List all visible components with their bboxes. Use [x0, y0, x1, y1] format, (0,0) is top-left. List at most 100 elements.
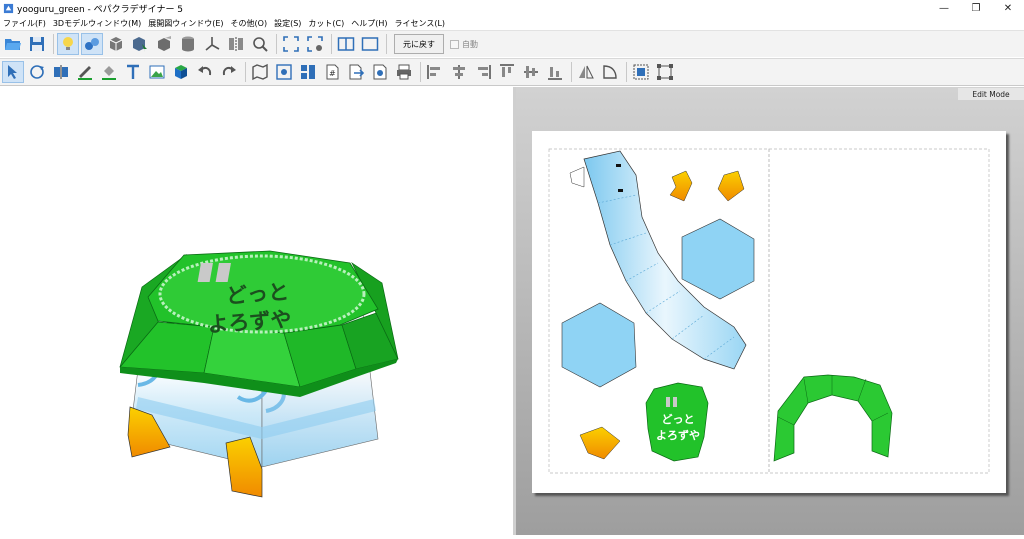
edge-tool-button[interactable] — [153, 33, 175, 55]
axis-icon — [205, 37, 220, 51]
floppy-disk-icon — [30, 37, 44, 51]
menu-file[interactable]: ファイル(F) — [0, 18, 50, 29]
select-arrow-icon — [8, 65, 17, 79]
join-edge-icon — [54, 65, 68, 79]
split-parts-button[interactable] — [225, 33, 247, 55]
undo-arrow-icon — [198, 66, 212, 76]
rotate-icon — [30, 65, 44, 79]
single-pane-button[interactable] — [359, 33, 381, 55]
maximize-button[interactable]: ❐ — [960, 0, 992, 16]
view-select-button[interactable] — [129, 33, 151, 55]
text-tool-button[interactable] — [122, 61, 144, 83]
close-button[interactable]: ✕ — [992, 0, 1024, 16]
toolbar-separator — [571, 62, 572, 82]
unfold-2d-view[interactable]: Edit Mode どっと よろずや — [516, 87, 1024, 535]
menu-license[interactable]: ライセンス(L) — [392, 18, 450, 29]
toolbar-separator — [420, 62, 421, 82]
toolbar-separator — [245, 62, 246, 82]
align-middle-icon — [524, 66, 538, 78]
toolbar-separator — [386, 34, 387, 54]
hexagon-part[interactable] — [561, 302, 637, 388]
menu-3d-model-window[interactable]: 3Dモデルウィンドウ(M) — [50, 18, 145, 29]
hexagon-part[interactable] — [681, 218, 755, 300]
selection-box-icon — [633, 64, 649, 80]
fit-view-button[interactable] — [280, 33, 302, 55]
export-button[interactable] — [345, 61, 367, 83]
cylinder-icon — [182, 36, 194, 52]
align-right-button[interactable] — [472, 61, 494, 83]
redo-arrow-icon — [222, 66, 236, 76]
auto-checkbox-box[interactable] — [450, 39, 459, 49]
rotate-view-button[interactable] — [249, 33, 271, 55]
align-bottom-button[interactable] — [544, 61, 566, 83]
model-3d-view[interactable]: どっと よろずや — [0, 87, 513, 535]
texture-toggle-button[interactable] — [81, 33, 103, 55]
cylinder-tool-button[interactable] — [177, 33, 199, 55]
align-left-button[interactable] — [424, 61, 446, 83]
target-frame-icon — [276, 64, 292, 80]
menu-unfold-window[interactable]: 展開図ウィンドウ(E) — [145, 18, 227, 29]
align-middle-button[interactable] — [520, 61, 542, 83]
open-file-button[interactable] — [2, 33, 24, 55]
fit-corners-icon — [283, 36, 299, 52]
arc-edit-button[interactable] — [599, 61, 621, 83]
flip-button[interactable] — [575, 61, 597, 83]
save-button[interactable] — [26, 33, 48, 55]
print-button[interactable] — [393, 61, 415, 83]
pen-line-icon — [78, 66, 92, 80]
light-bulb-icon — [63, 37, 73, 50]
page-arrow-icon — [349, 64, 365, 80]
printer-icon — [397, 64, 411, 80]
align-center-button[interactable] — [448, 61, 470, 83]
revert-button[interactable]: 元に戻す — [394, 34, 444, 54]
node-edit-button[interactable] — [654, 61, 676, 83]
folder-open-icon — [5, 39, 21, 50]
leg-part[interactable] — [669, 170, 693, 202]
menu-settings[interactable]: 設定(S) — [271, 18, 305, 29]
menu-help[interactable]: ヘルプ(H) — [348, 18, 391, 29]
menu-other[interactable]: その他(O) — [228, 18, 272, 29]
align-left-icon — [427, 65, 440, 79]
main-toolbar: 元に戻す 自動 — [0, 30, 1024, 57]
paint-bucket-icon — [102, 66, 116, 80]
svg-text:#: # — [329, 69, 336, 78]
image-tool-button[interactable] — [146, 61, 168, 83]
title-bar: yooguru_green - ペパクラデザイナー 5 — ❐ ✕ — [0, 0, 1024, 16]
fit-settings-button[interactable] — [304, 33, 326, 55]
roof-skirt-part[interactable] — [773, 374, 893, 462]
fill-button[interactable] — [98, 61, 120, 83]
number-button[interactable]: # — [321, 61, 343, 83]
select-tool-button[interactable] — [2, 61, 24, 83]
foot-part[interactable] — [579, 426, 621, 460]
group-select-button[interactable] — [630, 61, 652, 83]
papercraft-model-3d: どっと よろずや — [119, 250, 399, 498]
leg-part[interactable] — [717, 170, 745, 202]
3d-part-button[interactable] — [170, 61, 192, 83]
hash-page-icon: # — [326, 64, 339, 80]
minimize-button[interactable]: — — [928, 0, 960, 16]
window-title: yooguru_green - ペパクラデザイナー 5 — [17, 4, 184, 15]
arrange-parts-button[interactable] — [297, 61, 319, 83]
view-front-button[interactable] — [105, 33, 127, 55]
page-fit-button[interactable] — [273, 61, 295, 83]
rotate-part-button[interactable] — [26, 61, 48, 83]
draw-line-button[interactable] — [74, 61, 96, 83]
redo-button[interactable] — [218, 61, 240, 83]
align-top-button[interactable] — [496, 61, 518, 83]
axis-button[interactable] — [201, 33, 223, 55]
edit-mode-label: Edit Mode — [958, 88, 1024, 100]
join-edge-button[interactable] — [50, 61, 72, 83]
texture-spheres-icon — [85, 38, 99, 50]
print-preview-button[interactable] — [369, 61, 391, 83]
paper-sheet: どっと よろずや — [532, 131, 1006, 493]
auto-checkbox[interactable]: 自動 — [450, 39, 478, 50]
split-parts-icon — [229, 37, 243, 51]
menu-cut[interactable]: カット(C) — [305, 18, 348, 29]
light-toggle-button[interactable] — [57, 33, 79, 55]
unfold-map-button[interactable] — [249, 61, 271, 83]
dual-pane-button[interactable] — [335, 33, 357, 55]
auto-checkbox-label: 自動 — [462, 39, 478, 49]
undo-button[interactable] — [194, 61, 216, 83]
unfold-layout: どっと よろずや — [548, 148, 990, 474]
node-points-icon — [657, 64, 673, 80]
